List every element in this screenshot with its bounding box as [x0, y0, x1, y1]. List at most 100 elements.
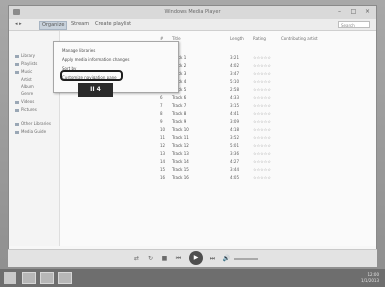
nav-other-libraries[interactable]: Other Libraries: [15, 121, 51, 126]
table-row[interactable]: 8 Track 8 4:41 ☆☆☆☆☆: [60, 111, 376, 117]
nav-genre[interactable]: Genre: [21, 91, 33, 96]
stop-button[interactable]: ■: [160, 255, 169, 263]
rating-stars[interactable]: ☆☆☆☆☆: [253, 55, 271, 60]
table-row[interactable]: 14 Track 14 4:27 ☆☆☆☆☆: [60, 159, 376, 165]
nav-music[interactable]: Music: [15, 69, 32, 74]
organize-dropdown-menu: Manage libraries Apply media information…: [53, 41, 179, 93]
menu-create-playlist[interactable]: Create playlist: [93, 21, 133, 28]
rating-stars[interactable]: ☆☆☆☆☆: [253, 175, 271, 180]
table-row[interactable]: 7 Track 7 3:15 ☆☆☆☆☆: [60, 103, 376, 109]
window-title: Windows Media Player: [164, 9, 221, 15]
track-title: Track 15: [172, 167, 189, 172]
rating-stars[interactable]: ☆☆☆☆☆: [253, 71, 271, 76]
taskbar-media-player-icon[interactable]: [58, 272, 72, 284]
track-length: 3:09: [230, 119, 239, 124]
rating-stars[interactable]: ☆☆☆☆☆: [253, 159, 271, 164]
menu-bar: ◂ ▸ Organize Stream Create playlist Sear…: [9, 19, 376, 31]
track-title: Track 10: [172, 127, 189, 132]
column-header-rating[interactable]: Rating: [253, 36, 266, 41]
rating-stars[interactable]: ☆☆☆☆☆: [253, 63, 271, 68]
menu-organize[interactable]: Organize: [39, 21, 68, 30]
music-icon: [15, 70, 19, 74]
table-row[interactable]: 16 Track 16 4:05 ☆☆☆☆☆: [60, 175, 376, 181]
rating-stars[interactable]: ☆☆☆☆☆: [253, 135, 271, 140]
track-number: 9: [160, 119, 163, 124]
track-length: 3:52: [230, 135, 239, 140]
nav-playlists[interactable]: Playlists: [15, 61, 37, 66]
nav-pictures[interactable]: Pictures: [15, 107, 37, 112]
track-length: 3:15: [230, 103, 239, 108]
menu-manage-libraries[interactable]: Manage libraries: [62, 48, 95, 53]
column-header-artist[interactable]: Contributing artist: [281, 36, 318, 41]
rating-stars[interactable]: ☆☆☆☆☆: [253, 143, 271, 148]
track-number: 13: [160, 151, 166, 156]
track-length: 4:27: [230, 159, 239, 164]
track-length: 4:02: [230, 63, 239, 68]
track-length: 3:47: [230, 71, 239, 76]
nav-media-guide[interactable]: Media Guide: [15, 129, 46, 134]
track-number: 14: [160, 159, 166, 164]
column-header-length[interactable]: Length: [230, 36, 244, 41]
track-number: 8: [160, 111, 163, 116]
rating-stars[interactable]: ☆☆☆☆☆: [253, 111, 271, 116]
taskbar-folder-icon[interactable]: [40, 272, 54, 284]
rating-stars[interactable]: ☆☆☆☆☆: [253, 95, 271, 100]
rating-stars[interactable]: ☆☆☆☆☆: [253, 87, 271, 92]
track-number: 15: [160, 167, 166, 172]
clock: 12:00 1/1/2013: [361, 272, 379, 284]
track-length: 4:41: [230, 111, 239, 116]
rating-stars[interactable]: ☆☆☆☆☆: [253, 119, 271, 124]
track-title: Track 14: [172, 159, 189, 164]
video-icon: [15, 100, 19, 104]
previous-button[interactable]: ⏮: [174, 255, 183, 263]
nav-artist[interactable]: Artist: [21, 77, 32, 82]
track-number: 6: [160, 95, 163, 100]
table-row[interactable]: 12 Track 12 5:01 ☆☆☆☆☆: [60, 143, 376, 149]
media-guide-icon: [15, 130, 19, 134]
maximize-button[interactable]: □: [347, 8, 360, 16]
track-length: 2:58: [230, 87, 239, 92]
nav-album[interactable]: Album: [21, 84, 34, 89]
track-title: Track 8: [172, 111, 187, 116]
track-number: 12: [160, 143, 166, 148]
track-number: 7: [160, 103, 163, 108]
table-row[interactable]: 13 Track 13 3:36 ☆☆☆☆☆: [60, 151, 376, 157]
taskbar-explorer-icon[interactable]: [22, 272, 36, 284]
tooltip: II 4: [78, 83, 113, 97]
table-row[interactable]: 9 Track 9 3:09 ☆☆☆☆☆: [60, 119, 376, 125]
start-button[interactable]: [4, 272, 16, 284]
volume-slider[interactable]: [234, 258, 258, 260]
rating-stars[interactable]: ☆☆☆☆☆: [253, 167, 271, 172]
close-button[interactable]: ×: [361, 8, 374, 16]
track-title: Track 9: [172, 119, 187, 124]
playlist-icon: [15, 62, 19, 66]
track-number: 10: [160, 127, 166, 132]
rating-stars[interactable]: ☆☆☆☆☆: [253, 127, 271, 132]
table-row[interactable]: 15 Track 15 3:44 ☆☆☆☆☆: [60, 167, 376, 173]
track-length: 4:05: [230, 175, 239, 180]
rating-stars[interactable]: ☆☆☆☆☆: [253, 79, 271, 84]
menu-back-forward[interactable]: ◂ ▸: [13, 21, 24, 28]
shuffle-button[interactable]: ⇄: [132, 255, 141, 263]
rating-stars[interactable]: ☆☆☆☆☆: [253, 103, 271, 108]
search-input[interactable]: Search: [338, 21, 370, 28]
track-title: Track 11: [172, 135, 189, 140]
track-title: Track 7: [172, 103, 187, 108]
track-length: 3:21: [230, 55, 239, 60]
volume-icon[interactable]: 🔊: [222, 255, 231, 263]
library-icon: [15, 54, 19, 58]
track-title: Track 12: [172, 143, 189, 148]
rating-stars[interactable]: ☆☆☆☆☆: [253, 151, 271, 156]
play-button[interactable]: ▶: [189, 251, 203, 265]
nav-library[interactable]: Library: [15, 53, 35, 58]
repeat-button[interactable]: ↻: [146, 255, 155, 263]
track-length: 4:33: [230, 95, 239, 100]
minimize-button[interactable]: –: [333, 8, 346, 16]
nav-videos[interactable]: Videos: [15, 99, 34, 104]
menu-stream[interactable]: Stream: [69, 21, 91, 28]
next-button[interactable]: ⏭: [208, 255, 217, 263]
table-row[interactable]: 11 Track 11 3:52 ☆☆☆☆☆: [60, 135, 376, 141]
menu-apply-media-info[interactable]: Apply media information changes: [62, 57, 129, 62]
table-row[interactable]: 10 Track 10 4:18 ☆☆☆☆☆: [60, 127, 376, 133]
playback-controls: ⇄ ↻ ■ ⏮ ▶ ⏭ 🔊: [8, 249, 377, 267]
